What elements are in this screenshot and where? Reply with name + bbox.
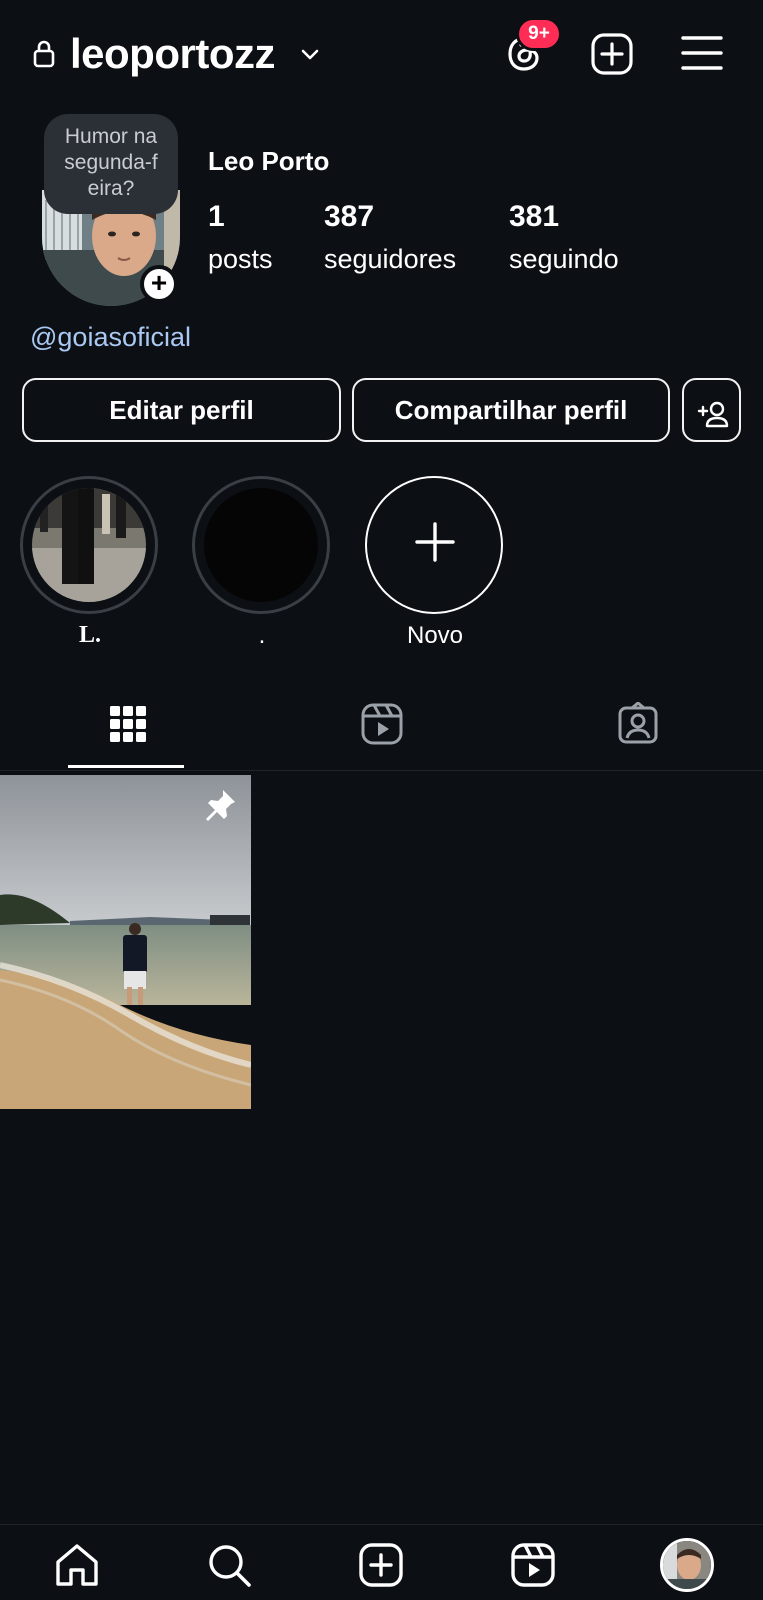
home-icon[interactable]	[54, 1542, 100, 1588]
highlight-label: Novo	[406, 622, 464, 649]
posts-label[interactable]: posts	[208, 244, 273, 275]
notification-badge: 9+	[516, 17, 562, 51]
note-line-3: eira?	[87, 177, 135, 200]
divider	[0, 770, 763, 771]
reels-icon[interactable]	[360, 702, 404, 746]
share-profile-button[interactable]: Compartilhar perfil	[352, 378, 670, 442]
reels-nav-icon[interactable]	[510, 1542, 556, 1588]
profile-link[interactable]: @goiasoficial	[30, 322, 191, 353]
avatar-photo	[663, 1541, 711, 1589]
edit-profile-button[interactable]: Editar perfil	[22, 378, 341, 442]
posts-count[interactable]: 1	[208, 200, 225, 234]
highlight-thumbnail	[32, 488, 146, 602]
account-username[interactable]: leoportozz	[70, 28, 275, 80]
note-line-2: segunda-f	[64, 151, 158, 174]
lock-icon	[33, 40, 55, 68]
profile-tab-avatar[interactable]	[660, 1538, 714, 1592]
discover-people-button[interactable]	[682, 378, 741, 442]
highlight-label: .	[258, 622, 266, 649]
post-thumbnail[interactable]	[0, 775, 251, 1109]
highlight-l[interactable]	[20, 476, 158, 614]
highlight-label: L.	[78, 622, 101, 648]
following-label[interactable]: seguindo	[509, 244, 619, 275]
highlight-thumbnail	[204, 488, 318, 602]
divider	[0, 1524, 763, 1525]
tagged-icon[interactable]	[616, 702, 660, 746]
create-icon[interactable]	[358, 1542, 404, 1588]
add-story-button[interactable]: +	[140, 265, 178, 303]
display-name: Leo Porto	[208, 146, 330, 176]
create-post-icon[interactable]	[590, 32, 634, 76]
highlight-dot[interactable]	[192, 476, 330, 614]
add-person-icon	[697, 401, 728, 427]
note-line-1: Humor na	[64, 125, 158, 148]
grid-icon[interactable]	[106, 702, 150, 746]
active-tab-indicator	[68, 765, 184, 768]
chevron-down-icon[interactable]	[298, 42, 322, 66]
followers-count[interactable]: 387	[324, 200, 374, 234]
pin-icon	[206, 790, 235, 821]
menu-icon[interactable]	[681, 34, 723, 72]
followers-label[interactable]: seguidores	[324, 244, 456, 275]
following-count[interactable]: 381	[509, 200, 559, 234]
plus-icon	[415, 522, 455, 562]
search-icon[interactable]	[206, 1542, 252, 1588]
note-bubble[interactable]: Humor na segunda-f eira?	[44, 114, 178, 214]
